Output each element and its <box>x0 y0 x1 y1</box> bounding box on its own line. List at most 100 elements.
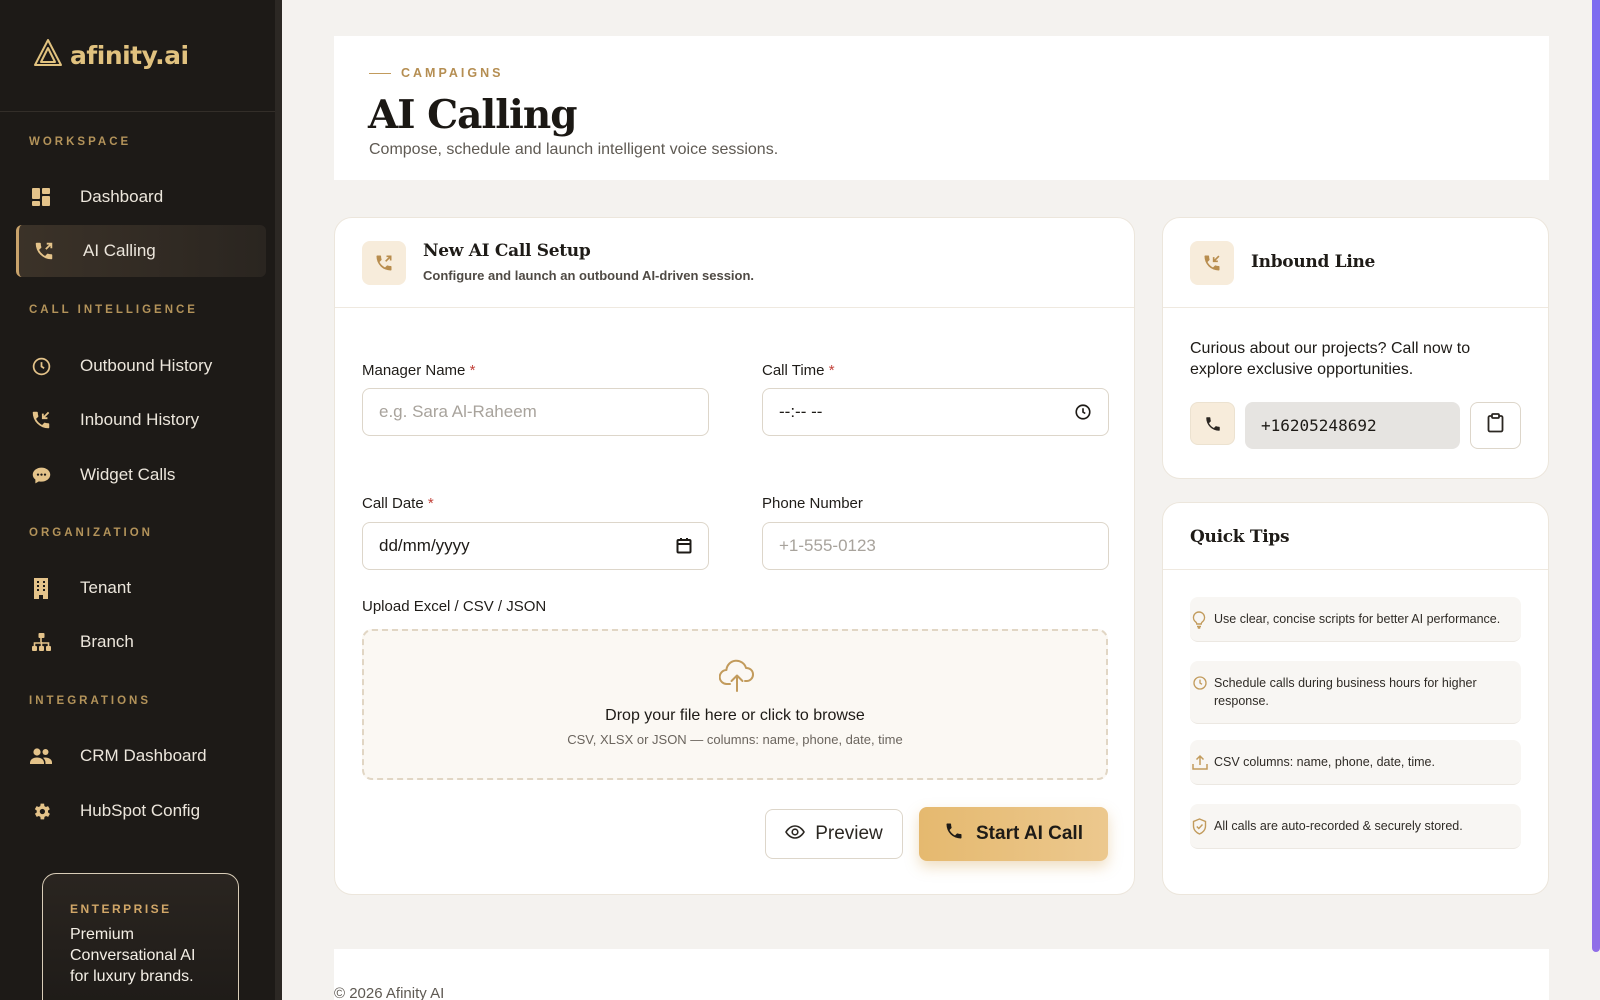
page-subtitle: Compose, schedule and launch intelligent… <box>369 141 779 158</box>
page-title: AI Calling <box>368 92 577 138</box>
tip-item: All calls are auto-recorded & securely s… <box>1190 804 1521 849</box>
eyebrow-line <box>369 72 391 74</box>
label-text: Manager Name <box>362 362 466 379</box>
call-date-value: dd/mm/yyyy <box>379 536 470 555</box>
phone-incoming-icon <box>1190 241 1234 285</box>
scrollbar[interactable] <box>1592 0 1600 952</box>
section-label-organization: ORGANIZATION <box>29 527 153 539</box>
sidebar-item-label: CRM Dashboard <box>80 746 207 765</box>
phone-number-input[interactable]: +1-555-0123 <box>762 522 1109 570</box>
phone-outgoing-icon <box>362 241 406 285</box>
call-date-input[interactable]: dd/mm/yyyy <box>362 522 709 570</box>
clipboard-icon <box>1487 413 1504 438</box>
sidebar-item-hubspot-config[interactable]: HubSpot Config <box>16 785 266 837</box>
clock-icon[interactable] <box>1074 403 1092 426</box>
hierarchy-icon <box>30 631 52 653</box>
call-time-input[interactable]: --:-- -- <box>762 388 1109 436</box>
dropzone-title: Drop your file here or click to browse <box>605 707 865 724</box>
users-icon <box>30 745 52 767</box>
card-subtitle: Configure and launch an outbound AI-driv… <box>423 268 755 283</box>
tip-item: Schedule calls during business hours for… <box>1190 661 1521 724</box>
logo-icon <box>32 37 64 74</box>
clock-icon <box>1192 675 1208 696</box>
card-title: New AI Call Setup <box>423 241 591 261</box>
quick-tips-card: Quick Tips Use clear, concise scripts fo… <box>1162 502 1549 895</box>
chat-bubble-icon <box>30 464 52 486</box>
calendar-icon[interactable] <box>676 537 692 559</box>
preview-button[interactable]: Preview <box>765 809 903 859</box>
upload-icon <box>1192 754 1208 775</box>
manager-name-placeholder: e.g. Sara Al-Raheem <box>379 402 537 421</box>
inbound-number-field[interactable]: +16205248692 <box>1245 402 1460 449</box>
sidebar-item-label: AI Calling <box>83 241 156 260</box>
page-header: CAMPAIGNS AI Calling Compose, schedule a… <box>334 36 1549 180</box>
call-date-label: Call Date * <box>362 495 434 512</box>
copyright: © 2026 Afinity AI <box>334 985 445 1000</box>
building-icon <box>30 577 52 599</box>
sidebar-item-widget-calls[interactable]: Widget Calls <box>16 449 266 501</box>
required-mark: * <box>427 495 434 512</box>
gear-icon <box>30 800 52 822</box>
inbound-line-card: Inbound Line Curious about our projects?… <box>1162 217 1549 479</box>
eyebrow-text: CAMPAIGNS <box>401 66 504 80</box>
call-time-label: Call Time * <box>762 362 835 379</box>
shield-check-icon <box>1192 818 1207 840</box>
copy-number-button[interactable] <box>1470 402 1521 449</box>
sidebar-item-inbound-history[interactable]: Inbound History <box>16 394 266 446</box>
preview-label: Preview <box>815 823 883 844</box>
phone-outgoing-icon <box>33 240 55 262</box>
manager-name-label: Manager Name * <box>362 362 475 379</box>
sidebar-item-label: Inbound History <box>80 410 200 429</box>
start-label: Start AI Call <box>976 823 1083 844</box>
phone-number-label: Phone Number <box>762 495 863 512</box>
section-label-call-intelligence: CALL INTELLIGENCE <box>29 304 198 316</box>
card-header: Quick Tips <box>1163 503 1548 570</box>
card-title: Inbound Line <box>1251 252 1376 272</box>
tip-item: CSV columns: name, phone, date, time. <box>1190 740 1521 785</box>
sidebar: afinity.ai WORKSPACE Dashboard AI Callin… <box>0 0 282 1000</box>
card-title: Quick Tips <box>1190 527 1290 547</box>
sidebar-item-outbound-history[interactable]: Outbound History <box>16 340 266 392</box>
file-dropzone[interactable]: Drop your file here or click to browse C… <box>362 629 1108 780</box>
tip-text: Use clear, concise scripts for better AI… <box>1214 612 1501 626</box>
phone-incoming-icon <box>30 409 52 431</box>
sidebar-item-label: Branch <box>80 632 134 651</box>
sidebar-item-label: Dashboard <box>80 187 164 206</box>
phone-number-placeholder: +1-555-0123 <box>779 536 876 555</box>
enterprise-card: ENTERPRISE Premium Conversational AI for… <box>42 873 239 1000</box>
card-header: Inbound Line <box>1163 218 1548 308</box>
sidebar-item-tenant[interactable]: Tenant <box>16 562 266 614</box>
section-label-workspace: WORKSPACE <box>29 136 132 148</box>
brand[interactable]: afinity.ai <box>0 0 275 112</box>
section-label-integrations: INTEGRATIONS <box>29 695 152 707</box>
upload-label: Upload Excel / CSV / JSON <box>362 598 547 615</box>
sidebar-item-branch[interactable]: Branch <box>16 616 266 668</box>
sidebar-item-label: Outbound History <box>80 356 213 375</box>
sidebar-item-label: Widget Calls <box>80 465 176 484</box>
breadcrumb: CAMPAIGNS <box>369 66 503 80</box>
sidebar-item-crm-dashboard[interactable]: CRM Dashboard <box>16 730 266 782</box>
manager-name-input[interactable]: e.g. Sara Al-Raheem <box>362 388 709 436</box>
new-call-setup-card: New AI Call Setup Configure and launch a… <box>334 217 1135 895</box>
label-text: Call Time <box>762 362 825 379</box>
tip-text: Schedule calls during business hours for… <box>1214 676 1477 708</box>
required-mark: * <box>828 362 835 379</box>
cloud-upload-icon <box>718 659 755 698</box>
lightbulb-icon <box>1192 611 1206 634</box>
enterprise-tag: ENTERPRISE <box>70 902 172 916</box>
inbound-description: Curious about our projects? Call now to … <box>1190 340 1471 378</box>
required-mark: * <box>469 362 476 379</box>
brand-name: afinity.ai <box>70 41 189 70</box>
footer: © 2026 Afinity AI <box>334 949 1549 1000</box>
phone-icon <box>944 821 964 847</box>
sidebar-item-label: Tenant <box>80 578 132 597</box>
sidebar-item-label: HubSpot Config <box>80 801 201 820</box>
sidebar-item-dashboard[interactable]: Dashboard <box>16 171 266 223</box>
card-header: New AI Call Setup Configure and launch a… <box>335 218 1134 308</box>
start-ai-call-button[interactable]: Start AI Call <box>919 807 1108 861</box>
tip-text: All calls are auto-recorded & securely s… <box>1214 819 1463 833</box>
sidebar-item-ai-calling[interactable]: AI Calling <box>16 225 266 277</box>
tip-text: CSV columns: name, phone, date, time. <box>1214 755 1435 769</box>
label-text: Call Date <box>362 495 424 512</box>
enterprise-text: Premium Conversational AI for luxury bra… <box>70 926 196 985</box>
